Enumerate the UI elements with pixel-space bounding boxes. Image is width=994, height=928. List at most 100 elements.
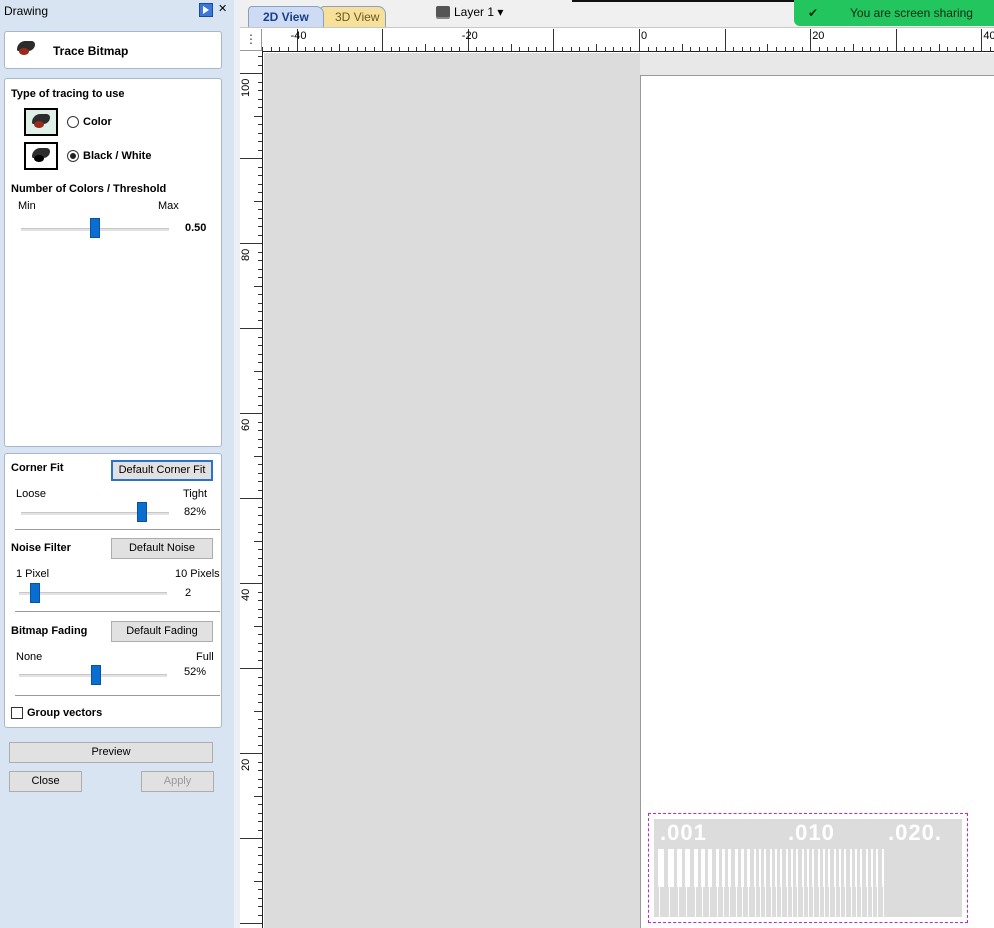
bitmap-line: [760, 885, 761, 917]
ruler-tick: [270, 47, 272, 51]
color-radio[interactable]: [67, 116, 79, 128]
ruler-tick: [258, 345, 262, 346]
ruler-tick: [570, 47, 572, 51]
bitmap-bar: [807, 849, 809, 887]
ruler-tick: [288, 47, 290, 51]
ruler-tick: [258, 353, 262, 355]
bitmap-line: [867, 885, 868, 917]
ruler-tick: [258, 515, 262, 516]
ruler-tick: [258, 56, 262, 57]
default-fading-button[interactable]: Default Fading: [111, 621, 213, 642]
bitmap-bar: [658, 849, 664, 887]
ruler-tick: [887, 47, 889, 51]
group-vectors-checkbox[interactable]: [11, 707, 23, 719]
ruler-tick: [258, 260, 262, 261]
pin-icon[interactable]: [199, 3, 213, 17]
bitmap-image[interactable]: .001 .010 .020.: [648, 813, 968, 923]
ruler-tick: [604, 47, 606, 51]
bitmap-bar: [828, 849, 830, 887]
default-noise-button[interactable]: Default Noise: [111, 538, 213, 559]
layer-dropdown[interactable]: Layer 1 ▾: [454, 5, 503, 19]
ruler-tick: [639, 29, 640, 51]
close-button[interactable]: Close: [9, 771, 82, 792]
ruler-tick: [258, 804, 262, 805]
bitmap-line: [792, 885, 793, 917]
ruler-tick: [258, 226, 262, 227]
apply-button[interactable]: Apply: [141, 771, 214, 792]
bitmap-line: [771, 885, 772, 917]
ruler-tick: [964, 47, 966, 51]
ruler-tick: [322, 47, 324, 51]
ruler-tick: [240, 413, 262, 414]
ruler-tick: [827, 47, 829, 51]
bitmap-line: [781, 885, 782, 917]
tab-3d-view[interactable]: 3D View: [320, 6, 386, 27]
corner-fit-slider-thumb[interactable]: [137, 502, 148, 522]
threshold-max-label: Max: [158, 200, 179, 212]
ruler-label: 40: [983, 30, 994, 42]
bitmap-line: [742, 885, 743, 917]
divider: [15, 695, 220, 696]
ruler-tick: [258, 863, 262, 865]
ruler-tick: [382, 29, 384, 51]
threshold-title: Number of Colors / Threshold: [11, 183, 167, 195]
drawing-panel: Drawing ✕ Trace Bitmap Type of tracing t…: [0, 0, 234, 928]
ruler-tick: [240, 668, 262, 669]
ruler-tick: [750, 47, 752, 51]
tool-title: Trace Bitmap: [53, 44, 129, 58]
ruler-tick: [656, 47, 658, 51]
material-sheet[interactable]: [640, 75, 994, 928]
ruler-tick: [258, 277, 262, 278]
ruler-tick: [254, 115, 262, 117]
ruler-tick: [258, 608, 262, 610]
ruler-tick: [544, 47, 546, 51]
ruler-label: -40: [290, 30, 307, 42]
noise-slider-track[interactable]: [19, 592, 167, 595]
preview-button[interactable]: Preview: [9, 742, 213, 763]
bitmap-bar: [722, 849, 725, 887]
view-toolbar: 3D View 2D View Layer 1 ▾ ✔ You are scre…: [240, 0, 994, 28]
ruler-tick: [258, 736, 262, 737]
ruler-tick: [784, 47, 786, 51]
ruler-corner[interactable]: ⋮: [240, 29, 262, 51]
ruler-tick: [844, 47, 846, 51]
ruler-tick: [258, 311, 262, 312]
black-white-radio[interactable]: [67, 150, 79, 162]
ruler-tick: [613, 47, 615, 51]
ruler-tick: [698, 47, 700, 51]
ruler-tick: [810, 29, 812, 51]
ruler-tick: [930, 47, 932, 51]
ruler-tick: [258, 778, 262, 780]
material-top-edge: [640, 53, 994, 75]
bitmap-bar: [818, 849, 820, 887]
bitmap-bar: [677, 849, 682, 887]
ruler-tick: [240, 243, 262, 244]
ruler-tick: [258, 566, 262, 567]
bitmap-bar: [791, 849, 793, 887]
default-corner-fit-button[interactable]: Default Corner Fit: [111, 460, 213, 481]
close-panel-icon[interactable]: ✕: [218, 2, 227, 15]
ruler-tick: [258, 464, 262, 465]
threshold-slider-thumb[interactable]: [90, 218, 100, 238]
bitmap-bar: [735, 849, 738, 887]
ruler-tick: [596, 44, 598, 51]
ruler-tick: [258, 166, 262, 168]
ruler-tick: [258, 251, 262, 253]
bitmap-line: [723, 885, 724, 917]
ruler-tick: [240, 158, 262, 159]
noise-min-label: 1 Pixel: [16, 568, 50, 580]
fading-slider-thumb[interactable]: [90, 665, 101, 685]
ruler-tick: [279, 47, 281, 51]
bitmap-bar: [770, 849, 772, 887]
tab-2d-view[interactable]: 2D View: [248, 6, 324, 27]
ruler-tick: [870, 47, 872, 51]
bitmap-line: [729, 885, 730, 917]
bitmap-bar: [685, 849, 690, 887]
ruler-tick: [459, 47, 461, 51]
ruler-tick: [502, 47, 504, 51]
ruler-tick: [258, 64, 262, 66]
noise-slider-thumb[interactable]: [30, 583, 41, 603]
drawing-canvas[interactable]: .001 .010 .020.: [264, 53, 994, 928]
ruler-tick: [258, 889, 262, 890]
bitmap-fading-title: Bitmap Fading: [11, 625, 88, 637]
